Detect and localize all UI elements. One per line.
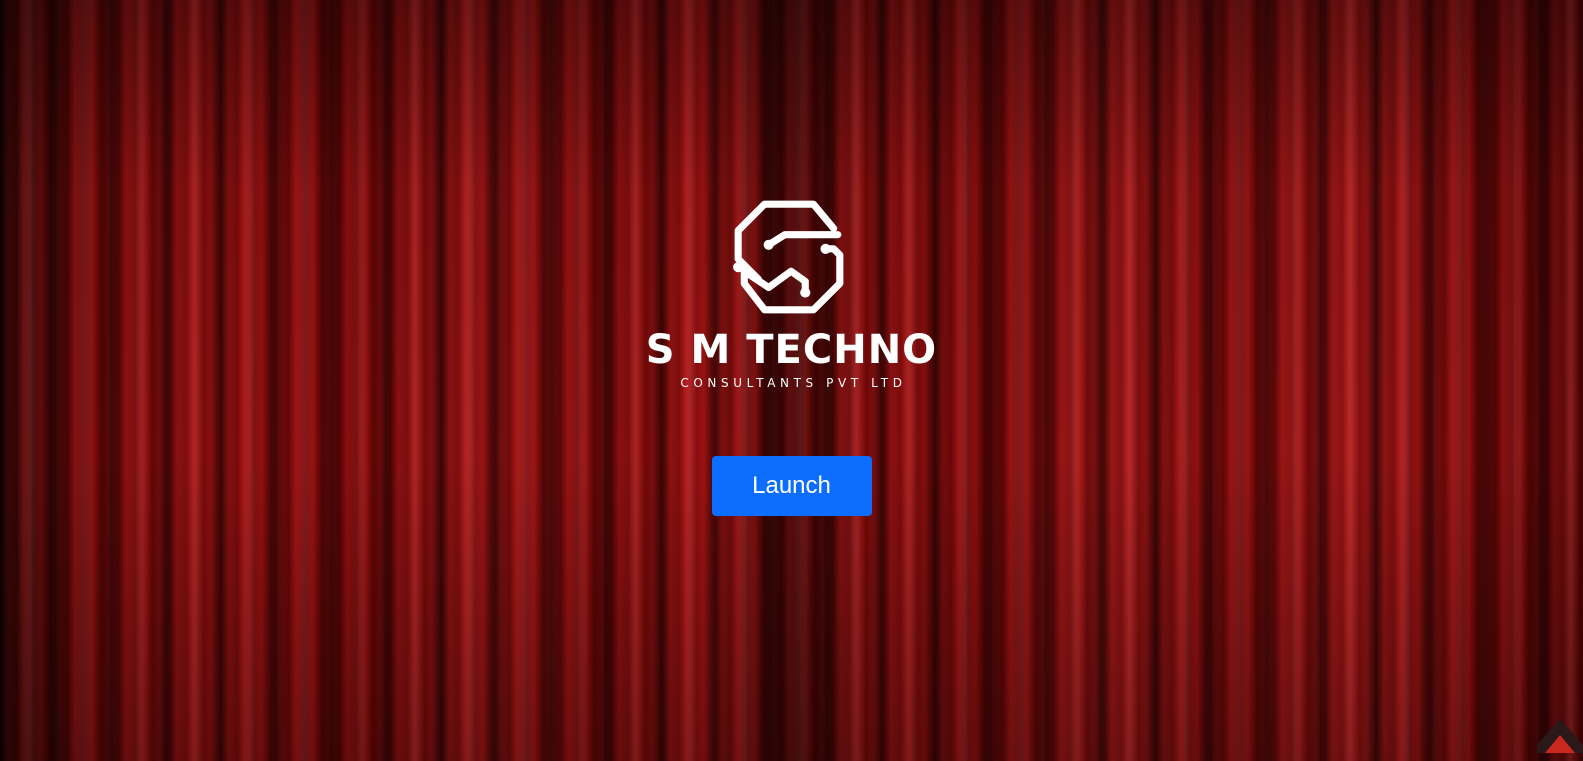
scroll-to-top-button[interactable] xyxy=(1537,715,1583,753)
launch-button[interactable]: Launch xyxy=(711,456,872,516)
brand-name: S M TECHNO xyxy=(645,327,938,373)
brand-block: S M TECHNO CONSULTANTS PVT LTD Launch xyxy=(0,196,1583,516)
sm-techno-logo-icon xyxy=(732,200,843,314)
chevron-up-icon xyxy=(1537,719,1583,753)
brand-tagline: CONSULTANTS PVT LTD xyxy=(680,376,907,390)
launch-page: S M TECHNO CONSULTANTS PVT LTD Launch xyxy=(0,0,1583,761)
